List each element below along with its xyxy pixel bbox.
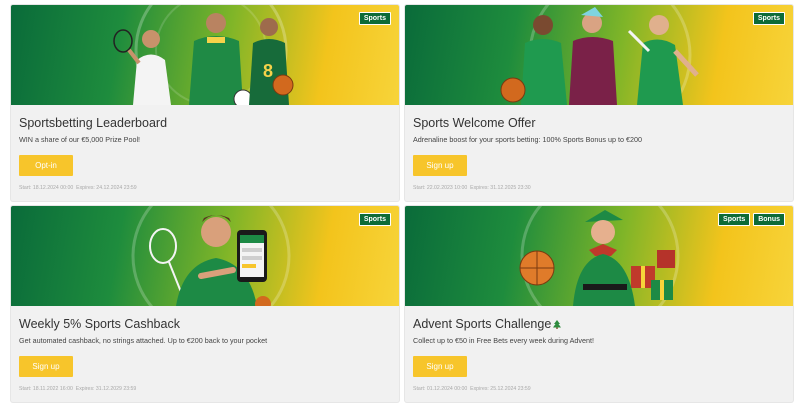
promo-dates: Start: 01.12.2024 00:00 Expires: 25.12.2… [413,385,785,393]
tag-group: Sports [752,12,785,25]
tag-group: Sports [358,12,391,25]
opt-in-button[interactable]: Opt-in [19,155,73,176]
tag-sports: Sports [718,213,751,226]
tag-bonus: Bonus [753,213,785,226]
sign-up-button[interactable]: Sign up [19,356,73,377]
promo-description: WIN a share of our €5,000 Prize Pool! [19,135,141,144]
promo-banner-image[interactable]: 8 Sports [11,5,399,105]
expiry-date: Expires: 24.12.2024 23:59 [76,185,137,191]
promo-dates: Start: 18.12.2024 00:00 Expires: 24.12.2… [19,184,391,192]
sign-up-button[interactable]: Sign up [413,155,467,176]
promo-title: Sports Welcome Offer [413,116,536,130]
promo-dates: Start: 22.02.2023 10:00 Expires: 31.12.2… [413,184,785,192]
promo-card-welcome-offer[interactable]: Sports Sports Welcome Offer Adrenaline b… [405,5,793,201]
promo-description: Collect up to €50 in Free Bets every wee… [413,336,594,345]
promotions-grid: 8 Sports Sportsbetting Leaderboard WIN a… [0,0,800,405]
promo-description: Adrenaline boost for your sports betting… [413,135,642,144]
promo-card-leaderboard[interactable]: 8 Sports Sportsbetting Leaderboard WIN a… [11,5,399,201]
expiry-date: Expires: 25.12.2024 23:59 [470,386,531,392]
christmas-tree-icon [553,320,562,329]
promo-banner-image[interactable]: Sports [405,5,793,105]
promo-description: Get automated cashback, no strings attac… [19,336,268,345]
athletes-illustration [500,5,699,105]
promo-dates: Start: 18.11.2022 16:00 Expires: 31.12.2… [19,385,391,393]
promo-title-text: Advent Sports Challenge [413,317,552,331]
expiry-date: Expires: 31.12.2025 23:30 [470,185,531,191]
tag-group: Sports [358,213,391,226]
promo-card-advent[interactable]: Sports Bonus Advent Sports Challenge Col… [405,206,793,402]
start-date: Start: 22.02.2023 10:00 [413,185,468,191]
promo-title: Sportsbetting Leaderboard [19,116,168,130]
tag-group: Sports Bonus [718,213,785,226]
cashback-illustration [131,206,291,306]
promo-banner-image[interactable]: Sports [11,206,399,306]
expiry-date: Expires: 31.12.2029 23:59 [75,386,137,392]
start-date: Start: 18.12.2024 00:00 [19,185,74,191]
svg-text:8: 8 [263,61,273,81]
tag-sports: Sports [358,12,391,25]
start-date: Start: 18.11.2022 16:00 [19,386,73,392]
promo-card-cashback[interactable]: Sports Weekly 5% Sports Cashback Get aut… [11,206,399,402]
athletes-illustration: 8 [113,5,294,105]
promo-title: Advent Sports Challenge [413,316,785,332]
sign-up-button[interactable]: Sign up [413,356,467,377]
promo-banner-image[interactable]: Sports Bonus [405,206,793,306]
tag-sports: Sports [358,213,391,226]
start-date: Start: 01.12.2024 00:00 [413,386,468,392]
tag-sports: Sports [752,12,785,25]
promo-title: Weekly 5% Sports Cashback [19,317,180,331]
